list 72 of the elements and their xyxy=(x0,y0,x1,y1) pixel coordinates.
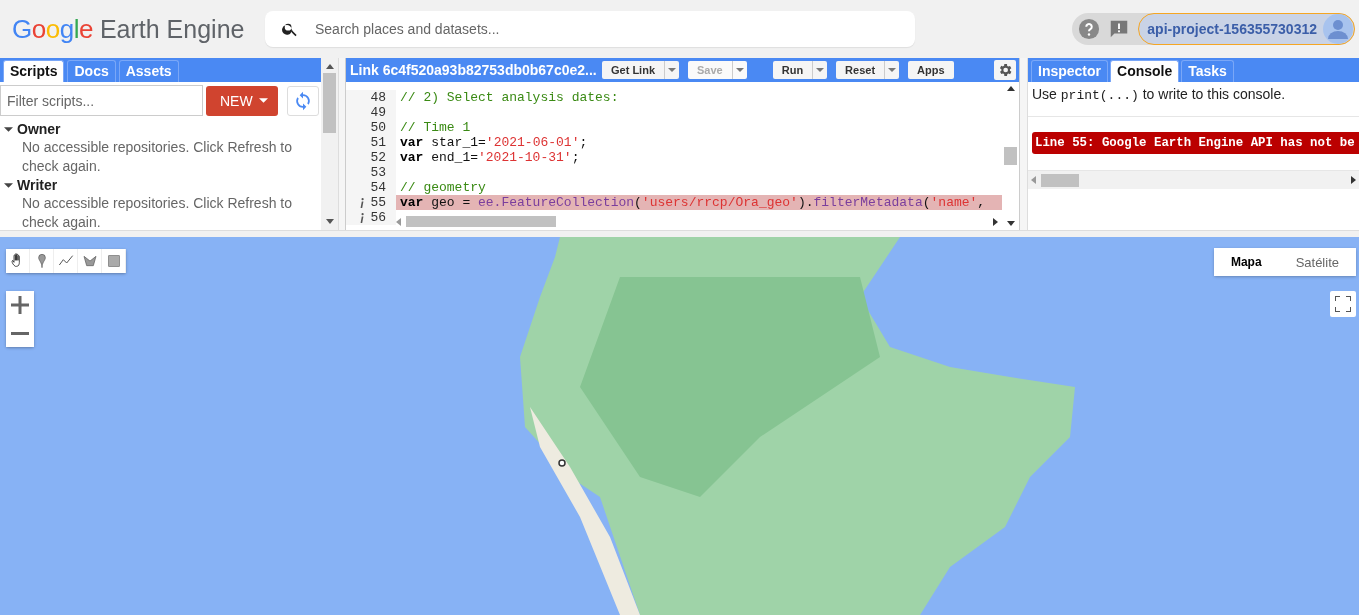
code-line: // 2) Select analysis dates: xyxy=(399,90,620,105)
polygon-tool-button[interactable] xyxy=(78,249,102,273)
line-tool-button[interactable] xyxy=(54,249,78,273)
minus-icon xyxy=(11,331,29,335)
code-line: var star_1='2021-06-01'; xyxy=(399,135,589,150)
settings-icon xyxy=(997,62,1013,78)
fullscreen-button[interactable] xyxy=(1330,291,1356,317)
scrollbar-thumb[interactable] xyxy=(323,73,336,133)
line-number: 51 xyxy=(370,135,386,150)
line-number: 49 xyxy=(370,105,386,120)
line-number: 52 xyxy=(370,150,386,165)
refresh-button[interactable] xyxy=(286,85,319,116)
tree-group[interactable]: Owner xyxy=(4,120,321,138)
line-number: 55 xyxy=(370,195,386,210)
caret-icon xyxy=(735,68,744,72)
zoom-in-button[interactable] xyxy=(6,291,34,319)
map-type-button[interactable]: Mapa xyxy=(1213,248,1279,276)
scroll-down-icon[interactable] xyxy=(325,219,334,224)
fullscreen-icon xyxy=(1335,296,1351,312)
line-number: 56 xyxy=(370,210,386,225)
hand-tool-button[interactable] xyxy=(6,249,30,273)
plus-icon xyxy=(11,296,29,314)
search-field[interactable]: Search places and datasets... xyxy=(265,11,915,47)
scrollbar-thumb[interactable] xyxy=(1041,173,1079,187)
scroll-up-icon[interactable] xyxy=(325,64,334,69)
new-button[interactable]: NEW xyxy=(206,85,278,116)
info-icon[interactable] xyxy=(360,212,365,223)
info-icon[interactable] xyxy=(360,197,365,208)
panel-tab[interactable]: Console xyxy=(1110,60,1180,82)
line-number: 54 xyxy=(370,180,386,195)
scrollbar-thumb[interactable] xyxy=(1004,147,1017,165)
rectangle-icon xyxy=(105,253,122,269)
console-hint: Use print(...) to write to this console. xyxy=(1032,86,1287,103)
map-type-button[interactable]: Satélite xyxy=(1278,248,1356,276)
code-line: var end_1='2021-10-31'; xyxy=(399,150,581,165)
scroll-up-icon[interactable] xyxy=(1006,86,1015,91)
avatar-icon xyxy=(1323,14,1353,44)
panel-tab[interactable]: Scripts xyxy=(3,60,65,82)
help-icon[interactable] xyxy=(1078,18,1101,40)
code-line: // Time 1 xyxy=(399,120,472,135)
caret-icon xyxy=(816,68,825,72)
caret-icon xyxy=(888,68,897,72)
caret-icon xyxy=(258,98,268,103)
scroll-left-icon[interactable] xyxy=(1031,176,1036,184)
account-button[interactable]: api-project-156355730312 xyxy=(1138,13,1355,45)
settings-button[interactable] xyxy=(994,60,1016,80)
scroll-right-icon[interactable] xyxy=(1351,176,1356,184)
error-message: Line 55: Google Earth Engine API has not be xyxy=(1032,132,1359,154)
search-input[interactable]: Search places and datasets... xyxy=(313,20,899,38)
toolbar-button[interactable]: Run xyxy=(772,61,828,79)
tree-group[interactable]: Writer xyxy=(4,176,321,194)
zoom-out-button[interactable] xyxy=(6,319,34,347)
google-logo: Google xyxy=(12,13,93,45)
empty-message: No accessible repositories. Click Refresh to check again. xyxy=(21,138,293,176)
line-number: 53 xyxy=(370,165,386,180)
scroll-down-icon[interactable] xyxy=(1006,221,1015,226)
product-name: Earth Engine xyxy=(99,14,245,44)
caret-icon xyxy=(668,68,676,72)
line-number: 48 xyxy=(370,90,386,105)
polygon-icon xyxy=(81,253,98,269)
empty-message: No accessible repositories. Click Refresh to check again. xyxy=(21,194,293,230)
toolbar-button[interactable]: Apps xyxy=(908,61,954,79)
filter-field[interactable]: Filter scripts... xyxy=(0,85,203,116)
rectangle-tool-button[interactable] xyxy=(102,249,126,273)
toolbar-button[interactable]: Reset xyxy=(836,61,900,79)
script-title: Link 6c4f520a93b82753db0b67c0e2... xyxy=(350,62,598,78)
toolbar-button[interactable]: Get Link xyxy=(602,61,679,79)
scrollbar-thumb[interactable] xyxy=(406,216,556,227)
code-line: // geometry xyxy=(399,180,487,195)
line-number: 50 xyxy=(370,120,386,135)
pin-tool-button[interactable] xyxy=(30,249,54,273)
scroll-right-icon[interactable] xyxy=(993,217,998,226)
